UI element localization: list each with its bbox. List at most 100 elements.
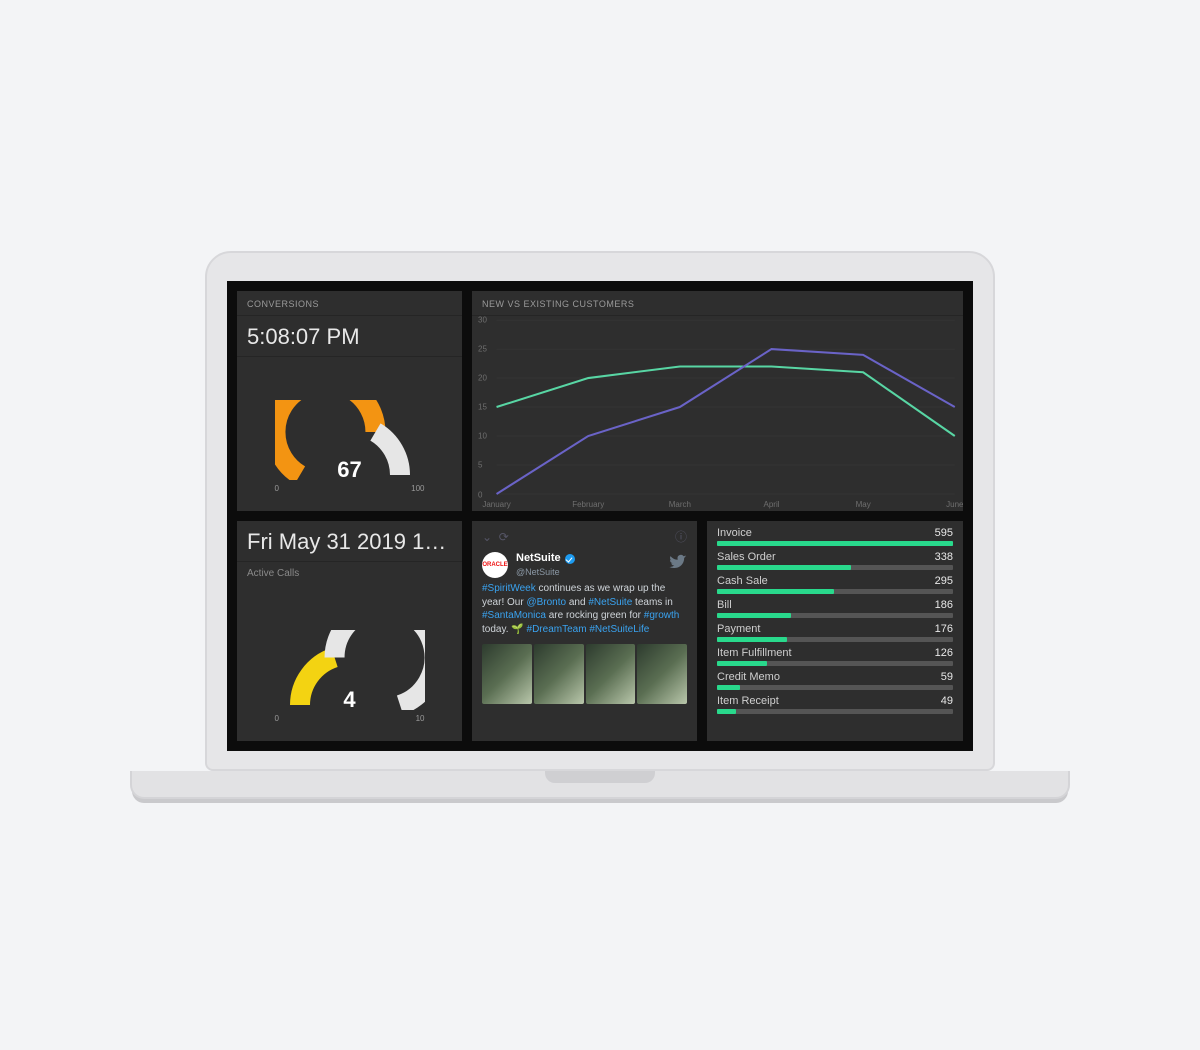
bar-track bbox=[717, 709, 953, 714]
active-calls-label: Active Calls bbox=[237, 562, 462, 579]
bar-track bbox=[717, 589, 953, 594]
bar-row[interactable]: Bill 186 bbox=[717, 599, 953, 618]
bar-label: Item Receipt bbox=[717, 695, 779, 707]
gauge-min: 0 bbox=[275, 714, 279, 723]
y-axis-tick: 25 bbox=[478, 345, 487, 354]
tweet-text: today. 🌱 bbox=[482, 624, 527, 635]
bar-fill bbox=[717, 637, 787, 642]
bar-track bbox=[717, 565, 953, 570]
gauge-scale: 0 10 bbox=[275, 714, 425, 723]
gauge-min: 0 bbox=[275, 484, 279, 493]
tweet-display-name[interactable]: NetSuite bbox=[516, 551, 575, 566]
bar-row[interactable]: Invoice595 bbox=[717, 527, 953, 546]
laptop-base bbox=[130, 771, 1070, 799]
bar-fill bbox=[717, 685, 740, 690]
laptop-mockup: CONVERSIONS 5:08:07 PM 67 0 100 NEW VS E… bbox=[120, 251, 1080, 799]
conversions-gauge: 67 0 100 bbox=[237, 357, 462, 511]
panel-active-calls: Fri May 31 2019 1… Active Calls 4 0 10 bbox=[237, 521, 462, 741]
bar-label: Item Fulfillment bbox=[717, 647, 792, 659]
laptop-notch bbox=[545, 771, 655, 783]
gauge-max: 10 bbox=[416, 714, 425, 723]
bar-label: Payment bbox=[717, 623, 760, 635]
y-axis-tick: 0 bbox=[478, 490, 482, 499]
bar-track bbox=[717, 541, 953, 546]
bar-label: Sales Order bbox=[717, 551, 776, 563]
laptop-lid: CONVERSIONS 5:08:07 PM 67 0 100 NEW VS E… bbox=[205, 251, 995, 771]
bar-track bbox=[717, 661, 953, 666]
tweet-link[interactable]: #NetSuiteLife bbox=[589, 624, 649, 635]
panel-transaction-bars: Invoice595 Sales Order 338 Cash Sale 295 Bill… bbox=[707, 521, 963, 741]
gauge-value: 67 bbox=[237, 457, 462, 483]
x-axis-tick: January bbox=[482, 500, 510, 509]
bar-row[interactable]: Sales Order 338 bbox=[717, 551, 953, 570]
bar-fill bbox=[717, 541, 953, 546]
tweet-handle[interactable]: @NetSuite bbox=[516, 566, 575, 578]
bar-fill bbox=[717, 565, 851, 570]
tweet-header: ORACLE NetSuite @NetSuite bbox=[482, 551, 687, 578]
y-axis-tick: 20 bbox=[478, 374, 487, 383]
x-axis-tick: March bbox=[669, 500, 691, 509]
tweet-link[interactable]: #SantaMonica bbox=[482, 610, 546, 621]
panel-customers-chart: NEW VS EXISTING CUSTOMERS 0 5 10 15 20 25 30 Ja… bbox=[472, 291, 963, 511]
line-chart bbox=[472, 316, 963, 510]
y-axis-tick: 10 bbox=[478, 432, 487, 441]
tweet-link[interactable]: #DreamTeam bbox=[527, 624, 587, 635]
bar-row[interactable]: Cash Sale 295 bbox=[717, 575, 953, 594]
x-axis-tick: June bbox=[946, 500, 963, 509]
bar-fill bbox=[717, 661, 767, 666]
active-calls-date: Fri May 31 2019 1… bbox=[237, 521, 462, 562]
bar-row[interactable]: Payment 176 bbox=[717, 623, 953, 642]
chart-area: 0 5 10 15 20 25 30 January February March April May… bbox=[472, 316, 963, 511]
bar-label: Credit Memo bbox=[717, 671, 780, 683]
row-bottom-right: ⌄ ⟳ ⓘ ORACLE NetSuite @NetSuite bbox=[472, 521, 963, 741]
bar-value: 59 bbox=[941, 671, 953, 683]
tweet-text: are rocking green for bbox=[546, 610, 644, 621]
y-axis-tick: 5 bbox=[478, 461, 482, 470]
display-name-text: NetSuite bbox=[516, 551, 561, 566]
bar-label: Cash Sale bbox=[717, 575, 768, 587]
verified-badge-icon bbox=[565, 554, 575, 564]
tweet-link[interactable]: #NetSuite bbox=[588, 597, 632, 608]
panel-title: NEW VS EXISTING CUSTOMERS bbox=[472, 291, 963, 316]
active-calls-gauge: 4 0 10 bbox=[237, 579, 462, 741]
tweet-text: and bbox=[566, 597, 588, 608]
panel-conversions: CONVERSIONS 5:08:07 PM 67 0 100 bbox=[237, 291, 462, 511]
bar-row[interactable]: Item Receipt 49 bbox=[717, 695, 953, 714]
twitter-bird-icon bbox=[669, 553, 687, 576]
bar-track bbox=[717, 685, 953, 690]
bar-value: 295 bbox=[935, 575, 953, 587]
bar-label: Bill bbox=[717, 599, 732, 611]
bar-row[interactable]: Item Fulfillment 126 bbox=[717, 647, 953, 666]
bar-label: Invoice bbox=[717, 527, 752, 539]
avatar[interactable]: ORACLE bbox=[482, 552, 508, 578]
tweet-link[interactable]: #SpiritWeek bbox=[482, 583, 536, 594]
bar-fill bbox=[717, 613, 791, 618]
tweet-link[interactable]: #growth bbox=[644, 610, 680, 621]
tweet-nav: ⌄ ⟳ ⓘ bbox=[482, 529, 687, 545]
y-axis-tick: 15 bbox=[478, 403, 487, 412]
bar-fill bbox=[717, 709, 736, 714]
conversions-time: 5:08:07 PM bbox=[237, 316, 462, 357]
tweet-body: #SpiritWeek continues as we wrap up the … bbox=[482, 582, 687, 636]
tweet-link[interactable]: @Bronto bbox=[526, 597, 566, 608]
bar-value: 49 bbox=[941, 695, 953, 707]
tweet-text: teams in bbox=[632, 597, 673, 608]
x-axis-tick: May bbox=[856, 500, 871, 509]
bar-row[interactable]: Credit Memo 59 bbox=[717, 671, 953, 690]
info-icon[interactable]: ⓘ bbox=[675, 529, 687, 545]
y-axis-tick: 30 bbox=[478, 316, 487, 325]
chevron-down-icon[interactable]: ⌄ ⟳ bbox=[482, 529, 509, 545]
bar-value: 186 bbox=[935, 599, 953, 611]
bar-fill bbox=[717, 589, 834, 594]
dashboard-screen: CONVERSIONS 5:08:07 PM 67 0 100 NEW VS E… bbox=[227, 281, 973, 751]
bar-value: 176 bbox=[935, 623, 953, 635]
bar-value: 338 bbox=[935, 551, 953, 563]
bar-track bbox=[717, 613, 953, 618]
bar-track bbox=[717, 637, 953, 642]
gauge-max: 100 bbox=[411, 484, 424, 493]
x-axis-tick: February bbox=[572, 500, 604, 509]
tweet-image[interactable] bbox=[482, 644, 687, 704]
gauge-value: 4 bbox=[237, 687, 462, 713]
bar-value: 126 bbox=[935, 647, 953, 659]
x-axis-tick: April bbox=[763, 500, 779, 509]
